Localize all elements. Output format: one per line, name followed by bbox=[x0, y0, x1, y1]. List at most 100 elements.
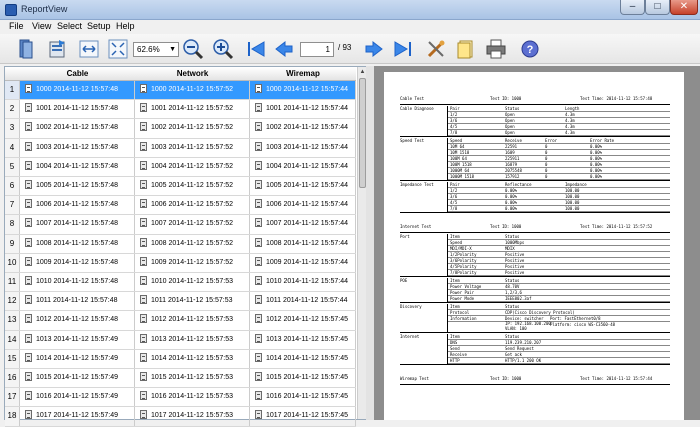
cell-cable[interactable]: 1006 2014-11-12 15:57:48 bbox=[20, 196, 135, 215]
cell-network[interactable]: 1001 2014-11-12 15:57:52 bbox=[135, 100, 250, 119]
cell-network[interactable]: 1002 2014-11-12 15:57:52 bbox=[135, 119, 250, 138]
maximize-button[interactable]: □ bbox=[645, 0, 670, 15]
cell-cable[interactable]: 1004 2014-11-12 15:57:48 bbox=[20, 157, 135, 176]
tools-button[interactable] bbox=[424, 37, 448, 61]
column-header-network[interactable]: Network bbox=[135, 69, 250, 78]
table-row[interactable]: 11 1010 2014-11-12 15:57:48 1010 2014-11-1… bbox=[5, 273, 356, 293]
cell-wiremap[interactable]: 1017 2014-11-12 15:57:45 bbox=[250, 407, 356, 426]
cell-network[interactable]: 1013 2014-11-12 15:57:53 bbox=[135, 330, 250, 349]
table-row[interactable]: 18 1017 2014-11-12 15:57:49 1017 2014-11-1… bbox=[5, 407, 356, 427]
cell-network[interactable]: 1004 2014-11-12 15:57:52 bbox=[135, 157, 250, 176]
cell-wiremap[interactable]: 1007 2014-11-12 15:57:44 bbox=[250, 215, 356, 234]
cell-cable[interactable]: 1016 2014-11-12 15:57:49 bbox=[20, 388, 135, 407]
cell-wiremap[interactable]: 1010 2014-11-12 15:57:44 bbox=[250, 273, 356, 292]
first-page-button[interactable] bbox=[244, 37, 268, 61]
cell-wiremap[interactable]: 1014 2014-11-12 15:57:45 bbox=[250, 349, 356, 368]
cell-network[interactable]: 1007 2014-11-12 15:57:52 bbox=[135, 215, 250, 234]
cell-network[interactable]: 1008 2014-11-12 15:57:52 bbox=[135, 234, 250, 253]
cell-wiremap[interactable]: 1003 2014-11-12 15:57:44 bbox=[250, 138, 356, 157]
table-row[interactable]: 12 1011 2014-11-12 15:57:48 1011 2014-11-1… bbox=[5, 292, 356, 312]
next-page-button[interactable] bbox=[362, 37, 386, 61]
cell-network[interactable]: 1003 2014-11-12 15:57:52 bbox=[135, 138, 250, 157]
cell-wiremap[interactable]: 1000 2014-11-12 15:57:44 bbox=[250, 81, 356, 100]
cell-network[interactable]: 1016 2014-11-12 15:57:53 bbox=[135, 388, 250, 407]
minimize-button[interactable]: – bbox=[620, 0, 645, 15]
cell-cable[interactable]: 1002 2014-11-12 15:57:48 bbox=[20, 119, 135, 138]
menu-file[interactable]: File bbox=[9, 21, 24, 31]
cell-network[interactable]: 1011 2014-11-12 15:57:53 bbox=[135, 292, 250, 311]
cell-cable[interactable]: 1010 2014-11-12 15:57:48 bbox=[20, 273, 135, 292]
table-row[interactable]: 5 1004 2014-11-12 15:57:48 1004 2014-11-12… bbox=[5, 157, 356, 177]
table-row[interactable]: 16 1015 2014-11-12 15:57:49 1015 2014-11-1… bbox=[5, 369, 356, 389]
cell-wiremap[interactable]: 1009 2014-11-12 15:57:44 bbox=[250, 253, 356, 272]
print-button[interactable] bbox=[484, 37, 508, 61]
cell-network[interactable]: 1012 2014-11-12 15:57:53 bbox=[135, 311, 250, 330]
cell-wiremap[interactable]: 1006 2014-11-12 15:57:44 bbox=[250, 196, 356, 215]
cell-cable[interactable]: 1003 2014-11-12 15:57:48 bbox=[20, 138, 135, 157]
menu-setup[interactable]: Setup bbox=[87, 21, 111, 31]
table-row[interactable]: 8 1007 2014-11-12 15:57:48 1007 2014-11-12… bbox=[5, 215, 356, 235]
vertical-scrollbar[interactable]: ▲ bbox=[357, 67, 366, 419]
cell-network[interactable]: 1009 2014-11-12 15:57:52 bbox=[135, 253, 250, 272]
cell-wiremap[interactable]: 1016 2014-11-12 15:57:45 bbox=[250, 388, 356, 407]
menu-select[interactable]: Select bbox=[57, 21, 82, 31]
cell-wiremap[interactable]: 1004 2014-11-12 15:57:44 bbox=[250, 157, 356, 176]
cell-wiremap[interactable]: 1005 2014-11-12 15:57:44 bbox=[250, 177, 356, 196]
notes-button[interactable] bbox=[454, 37, 478, 61]
open-folder-button[interactable] bbox=[14, 37, 38, 61]
help-button[interactable]: ? bbox=[518, 37, 542, 61]
previous-page-button[interactable] bbox=[272, 37, 296, 61]
zoom-out-button[interactable] bbox=[181, 37, 205, 61]
table-row[interactable]: 17 1016 2014-11-12 15:57:49 1016 2014-11-1… bbox=[5, 388, 356, 408]
zoom-in-button[interactable] bbox=[211, 37, 235, 61]
table-row[interactable]: 2 1001 2014-11-12 15:57:48 1001 2014-11-12… bbox=[5, 100, 356, 120]
cell-wiremap[interactable]: 1013 2014-11-12 15:57:45 bbox=[250, 330, 356, 349]
cell-cable[interactable]: 1005 2014-11-12 15:57:48 bbox=[20, 177, 135, 196]
table-row[interactable]: 9 1008 2014-11-12 15:57:48 1008 2014-11-12… bbox=[5, 234, 356, 254]
cell-cable[interactable]: 1009 2014-11-12 15:57:48 bbox=[20, 253, 135, 272]
close-button[interactable]: ✕ bbox=[670, 0, 698, 15]
cell-wiremap[interactable]: 1002 2014-11-12 15:57:44 bbox=[250, 119, 356, 138]
cell-cable[interactable]: 1015 2014-11-12 15:57:49 bbox=[20, 369, 135, 388]
menu-help[interactable]: Help bbox=[116, 21, 135, 31]
cell-cable[interactable]: 1011 2014-11-12 15:57:48 bbox=[20, 292, 135, 311]
cell-network[interactable]: 1017 2014-11-12 15:57:53 bbox=[135, 407, 250, 426]
cell-network[interactable]: 1010 2014-11-12 15:57:53 bbox=[135, 273, 250, 292]
scrollbar-thumb[interactable] bbox=[359, 78, 366, 188]
table-row[interactable]: 4 1003 2014-11-12 15:57:48 1003 2014-11-12… bbox=[5, 138, 356, 158]
cell-wiremap[interactable]: 1015 2014-11-12 15:57:45 bbox=[250, 369, 356, 388]
cell-cable[interactable]: 1013 2014-11-12 15:57:49 bbox=[20, 330, 135, 349]
column-header-wiremap[interactable]: Wiremap bbox=[250, 69, 356, 78]
table-row[interactable]: 15 1014 2014-11-12 15:57:49 1014 2014-11-1… bbox=[5, 349, 356, 369]
last-page-button[interactable] bbox=[391, 37, 415, 61]
cell-network[interactable]: 1015 2014-11-12 15:57:53 bbox=[135, 369, 250, 388]
cell-wiremap[interactable]: 1001 2014-11-12 15:57:44 bbox=[250, 100, 356, 119]
cell-wiremap[interactable]: 1011 2014-11-12 15:57:44 bbox=[250, 292, 356, 311]
zoom-select[interactable]: 62.6% ▼ bbox=[133, 42, 179, 57]
page-number-input[interactable]: 1 bbox=[300, 42, 334, 57]
cell-cable[interactable]: 1008 2014-11-12 15:57:48 bbox=[20, 234, 135, 253]
cell-cable[interactable]: 1017 2014-11-12 15:57:49 bbox=[20, 407, 135, 426]
menu-view[interactable]: View bbox=[32, 21, 51, 31]
table-row[interactable]: 6 1005 2014-11-12 15:57:48 1005 2014-11-12… bbox=[5, 177, 356, 197]
pane-splitter[interactable] bbox=[366, 66, 374, 420]
cell-cable[interactable]: 1014 2014-11-12 15:57:49 bbox=[20, 349, 135, 368]
table-row[interactable]: 13 1012 2014-11-12 15:57:48 1012 2014-11-1… bbox=[5, 311, 356, 331]
cell-cable[interactable]: 1001 2014-11-12 15:57:48 bbox=[20, 100, 135, 119]
fit-width-button[interactable] bbox=[77, 37, 101, 61]
column-header-cable[interactable]: Cable bbox=[20, 69, 135, 78]
cell-network[interactable]: 1000 2014-11-12 15:57:52 bbox=[135, 81, 250, 100]
table-row[interactable]: 3 1002 2014-11-12 15:57:48 1002 2014-11-12… bbox=[5, 119, 356, 139]
cell-cable[interactable]: 1000 2014-11-12 15:57:48 bbox=[20, 81, 135, 100]
export-button[interactable] bbox=[45, 37, 69, 61]
table-row[interactable]: 7 1006 2014-11-12 15:57:48 1006 2014-11-12… bbox=[5, 196, 356, 216]
cell-cable[interactable]: 1007 2014-11-12 15:57:48 bbox=[20, 215, 135, 234]
table-row[interactable]: 1 1000 2014-11-12 15:57:48 1000 2014-11-12… bbox=[5, 81, 356, 101]
cell-wiremap[interactable]: 1012 2014-11-12 15:57:45 bbox=[250, 311, 356, 330]
cell-network[interactable]: 1006 2014-11-12 15:57:52 bbox=[135, 196, 250, 215]
cell-cable[interactable]: 1012 2014-11-12 15:57:48 bbox=[20, 311, 135, 330]
table-row[interactable]: 14 1013 2014-11-12 15:57:49 1013 2014-11-1… bbox=[5, 330, 356, 350]
table-row[interactable]: 10 1009 2014-11-12 15:57:48 1009 2014-11-1… bbox=[5, 253, 356, 273]
fit-page-button[interactable] bbox=[106, 37, 130, 61]
cell-network[interactable]: 1014 2014-11-12 15:57:53 bbox=[135, 349, 250, 368]
